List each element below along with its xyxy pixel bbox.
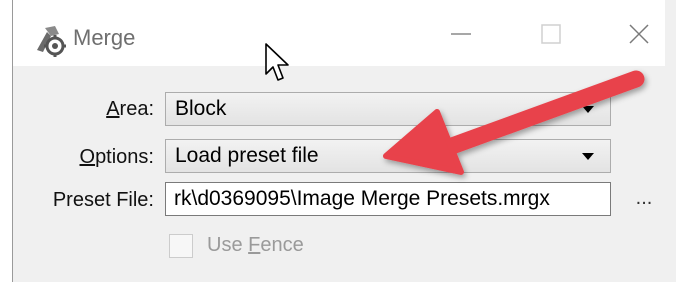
options-label: Options: (80, 144, 155, 170)
area-select[interactable]: Block (165, 92, 611, 126)
window-title: Merge (73, 25, 136, 50)
area-label: Area: (106, 96, 154, 122)
minimize-button[interactable] (439, 12, 483, 56)
area-label-text: rea: (119, 98, 154, 120)
chevron-down-icon (582, 106, 594, 113)
mouse-pointer-icon (265, 43, 289, 81)
area-select-value: Block (175, 97, 227, 120)
screenshot-stage: Merge Area: Block Options: Load preset f… (0, 0, 676, 282)
merge-dialog: Merge Area: Block Options: Load preset f… (12, 0, 676, 282)
use-fence-label-accesskey: F (248, 234, 261, 256)
preset-file-value: rk\d0369095\Image Merge Presets.mrgx (174, 187, 550, 210)
use-fence-checkbox[interactable] (169, 234, 193, 258)
options-select-value: Load preset file (175, 144, 319, 167)
use-fence-label: Use Fence (207, 232, 304, 258)
preset-file-input[interactable]: rk\d0369095\Image Merge Presets.mrgx (165, 182, 611, 216)
maximize-button[interactable] (529, 12, 573, 56)
use-fence-label-before: Use (207, 234, 249, 256)
options-select[interactable]: Load preset file (165, 139, 611, 173)
use-fence-label-after: ence (260, 234, 304, 256)
merge-tool-icon (37, 26, 66, 57)
browse-button[interactable]: ... (629, 186, 659, 212)
options-label-text: ptions: (95, 146, 154, 168)
options-label-accesskey: O (79, 146, 96, 168)
close-button[interactable] (617, 12, 661, 56)
title-bar[interactable]: Merge (13, 0, 665, 66)
maximize-icon (541, 24, 561, 44)
chevron-down-icon (582, 153, 594, 160)
area-label-accesskey: A (106, 98, 120, 120)
close-icon (629, 24, 649, 44)
preset-file-label: Preset File: (52, 189, 154, 211)
